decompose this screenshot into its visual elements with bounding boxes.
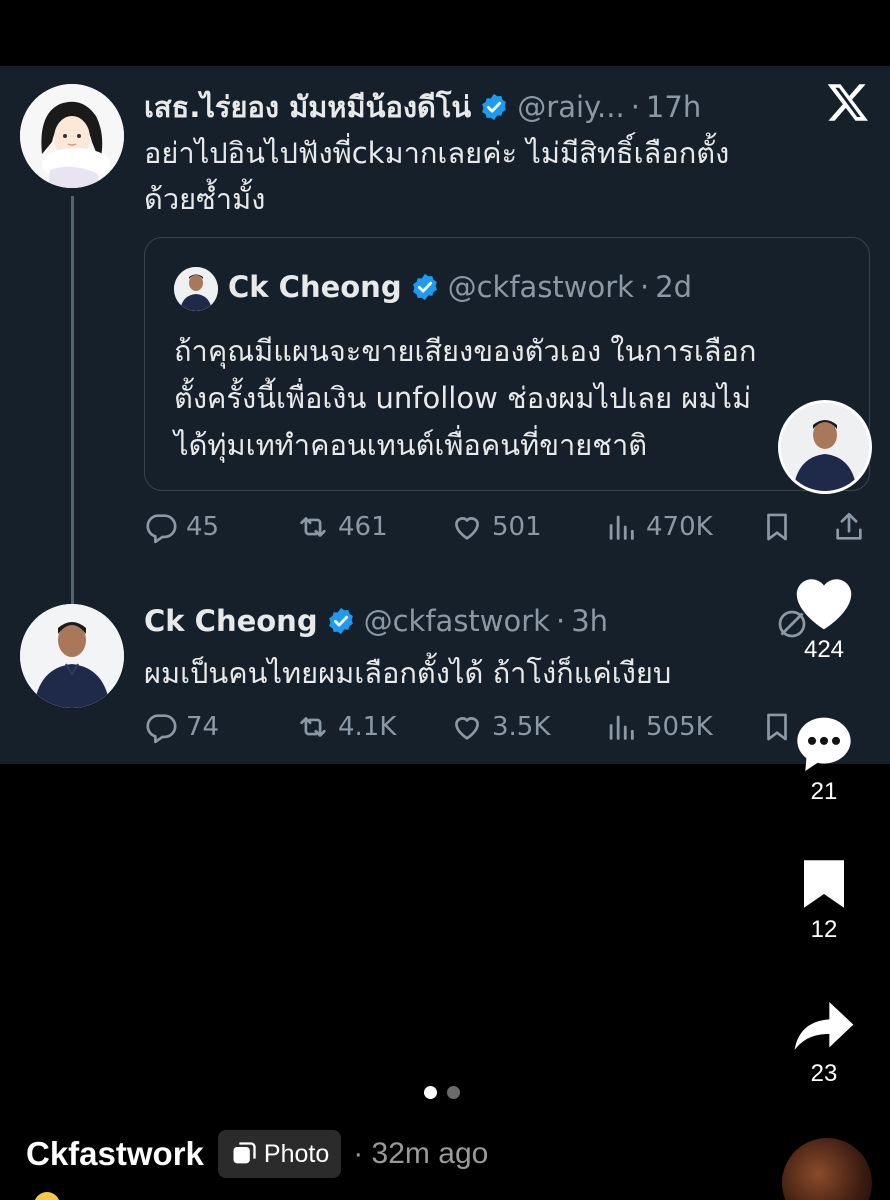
share-action[interactable]: 23: [776, 996, 872, 1088]
reply-icon: [146, 714, 177, 744]
quoted-tweet-text: ถ้าคุณมีแผนจะขายเสียงของตัวเอง ในการเลือ…: [174, 328, 757, 469]
photo-stack-icon: [233, 1142, 256, 1164]
tweet-text-line: ได้ทุ่มเททำคอนเทนต์เพื่อคนที่ขายชาติ: [174, 428, 648, 462]
tweet-text-line: อย่าไปอินไปฟังพี่ckมากเลยค่ะ ไม่มีสิทธิ์…: [144, 136, 730, 170]
carousel-dot-active[interactable]: [424, 1086, 437, 1099]
reply-tweet-text: ผมเป็นคนไทยผมเลือกตั้งได้ ถ้าโง่ก็แค่เงี…: [144, 650, 671, 696]
like-button[interactable]: 501: [450, 510, 542, 544]
views-button[interactable]: 470K: [604, 510, 713, 544]
bookmark-outline-icon: [767, 513, 787, 541]
avatar-raiyong[interactable]: [20, 84, 124, 188]
verified-badge-icon: [328, 607, 353, 635]
separator-dot: ·: [639, 270, 650, 304]
reply-count: 45: [186, 512, 220, 542]
display-name[interactable]: เสธ.ไร่ยอง มัมหมีน้องดีโน่: [144, 84, 471, 130]
author-name[interactable]: Ckfastwork: [26, 1135, 204, 1173]
handle[interactable]: @raiy...: [517, 90, 624, 124]
person-photo-icon: [20, 604, 124, 708]
reply-button[interactable]: 45: [144, 510, 219, 544]
like-count: 501: [492, 512, 542, 542]
tweet-text-line: ด้วยซ้ำมั้ง: [144, 182, 266, 216]
music-disc[interactable]: [782, 1138, 872, 1200]
heart-outline-icon: [455, 517, 479, 540]
save-action[interactable]: 12: [776, 856, 872, 944]
share-count: 23: [810, 1060, 838, 1087]
separator-dot: ·: [630, 90, 640, 124]
avatar-ck-cheong-small[interactable]: [174, 267, 218, 311]
verified-badge-icon: [482, 93, 507, 121]
timestamp[interactable]: 3h: [571, 604, 608, 638]
photo-badge: Photo: [217, 1130, 342, 1178]
views-button[interactable]: 505K: [604, 710, 713, 744]
photo-badge-label: Photo: [263, 1139, 330, 1168]
repost-count: 4.1K: [338, 712, 397, 742]
post-footer: Ckfastwork Photo · 32m ago: [26, 1130, 488, 1178]
cartoon-avatar-icon: [20, 84, 124, 188]
bookmark-button[interactable]: [760, 510, 802, 544]
tweet-text-line: ผมเป็นคนไทยผมเลือกตั้งได้ ถ้าโง่ก็แค่เงี…: [144, 656, 672, 690]
carousel-indicator: [424, 1086, 460, 1099]
like-count: 3.5K: [492, 712, 551, 742]
verified-badge-icon: [412, 273, 437, 301]
post-time: · 32m ago: [353, 1137, 489, 1170]
repost-icon: [300, 517, 326, 537]
share-arrow-icon: [794, 1002, 854, 1050]
views-bar-chart-icon: [609, 715, 634, 740]
repost-button[interactable]: 4.1K: [296, 710, 396, 744]
repost-button[interactable]: 461: [296, 510, 388, 544]
reply-tweet-header: Ck Cheong @ckfastwork · 3h: [144, 604, 608, 638]
tweet-text-line: ตั้งครั้งนี้เพื่อเงิน unfollow ช่องผมไปเ…: [174, 381, 752, 415]
repost-icon: [300, 717, 326, 737]
timestamp[interactable]: 17h: [646, 90, 701, 124]
view-count: 470K: [646, 512, 713, 542]
views-bar-chart-icon: [609, 515, 634, 540]
share-icon: [836, 512, 862, 540]
handle[interactable]: @ckfastwork: [448, 270, 634, 304]
separator-dot: ·: [555, 604, 566, 638]
x-logo-icon[interactable]: [826, 80, 870, 124]
creator-avatar[interactable]: [778, 400, 872, 494]
tweet-header: เสธ.ไร่ยอง มัมหมีน้องดีโน่ @raiy... · 17…: [144, 84, 701, 130]
like-button[interactable]: 3.5K: [450, 710, 550, 744]
repost-count: 461: [338, 512, 388, 542]
display-name[interactable]: Ck Cheong: [228, 270, 402, 304]
comment-bubble-icon: [797, 717, 851, 771]
quoted-tweet-header: Ck Cheong @ckfastwork · 2d: [228, 270, 692, 304]
person-photo-icon: [781, 403, 869, 491]
heart-outline-icon: [455, 717, 479, 740]
person-photo-icon: [174, 267, 218, 311]
save-count: 12: [810, 916, 838, 943]
carousel-dot[interactable]: [447, 1086, 460, 1099]
display-name[interactable]: Ck Cheong: [144, 604, 318, 638]
emoji-icon: [34, 1192, 60, 1200]
avatar-ck-cheong[interactable]: [20, 604, 124, 708]
timestamp[interactable]: 2d: [655, 270, 692, 304]
share-button[interactable]: [832, 510, 874, 544]
reply-button[interactable]: 74: [144, 710, 219, 744]
tweet-text: อย่าไปอินไปฟังพี่ckมากเลยค่ะ ไม่มีสิทธิ์…: [144, 130, 729, 222]
tweet-text-line: ถ้าคุณมีแผนจะขายเสียงของตัวเอง ในการเลือ…: [174, 334, 757, 368]
comment-action[interactable]: 21: [776, 712, 872, 806]
reply-action-bar: 74 4.1K 3.5K 505K: [144, 710, 870, 750]
heart-filled-icon: [796, 579, 852, 630]
reply-icon: [146, 514, 177, 544]
bookmark-filled-icon: [804, 860, 844, 908]
tweet-action-bar: 45 461 501 470K: [144, 510, 870, 550]
like-count: 424: [803, 636, 845, 663]
comment-count: 21: [810, 778, 838, 805]
thread-connector-line: [71, 196, 74, 660]
handle[interactable]: @ckfastwork: [364, 604, 550, 638]
like-action[interactable]: 424: [776, 572, 872, 664]
tweet-screenshot: เสธ.ไร่ยอง มัมหมีน้องดีโน่ @raiy... · 17…: [0, 66, 890, 764]
view-count: 505K: [646, 712, 713, 742]
reply-count: 74: [186, 712, 220, 742]
